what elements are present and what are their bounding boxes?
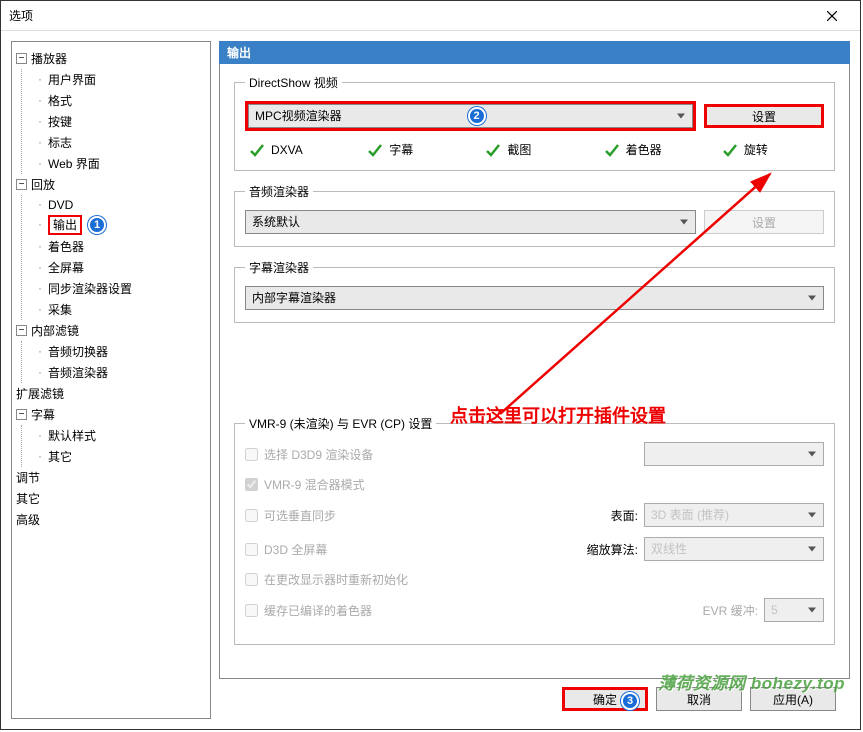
subtitle-renderer-select[interactable]: 内部字幕渲染器 <box>245 286 824 310</box>
audio-renderer-select[interactable]: 系统默认 <box>245 210 696 234</box>
surface-select: 3D 表面 (推荐) <box>644 503 824 527</box>
directshow-legend: DirectShow 视频 <box>245 74 342 91</box>
close-icon <box>827 11 837 21</box>
tree-tune[interactable]: 调节 <box>16 467 206 488</box>
tree-ext[interactable]: 扩展滤镜 <box>16 383 206 404</box>
check-sub: 字幕 <box>367 141 465 158</box>
resize-select: 双线性 <box>644 537 824 561</box>
check-rotate: 旋转 <box>722 141 820 158</box>
collapse-icon[interactable]: − <box>16 325 27 336</box>
reinit-checkbox <box>245 573 258 586</box>
d3d-fullscreen-checkbox <box>245 543 258 556</box>
category-tree[interactable]: −播放器 用户界面 格式 按键 标志 Web 界面 −回放 DVD 输出1 着色… <box>11 41 211 719</box>
tree-item[interactable]: 其它 <box>36 446 206 467</box>
close-button[interactable] <box>812 2 852 30</box>
section-title: 输出 <box>219 41 850 64</box>
tree-item-output[interactable]: 输出1 <box>36 214 206 236</box>
content-panel: 输出 DirectShow 视频 MPC视频渲染器 2 设置 <box>219 41 850 719</box>
tree-item[interactable]: 用户界面 <box>36 69 206 90</box>
vmr-legend: VMR-9 (未渲染) 与 EVR (CP) 设置 <box>245 415 436 432</box>
subtitle-legend: 字幕渲染器 <box>245 259 313 276</box>
tree-item[interactable]: DVD <box>36 195 206 214</box>
collapse-icon[interactable]: − <box>16 409 27 420</box>
capability-checks: DXVA 字幕 截图 着色器 旋转 <box>245 141 824 158</box>
check-dxva: DXVA <box>249 141 347 158</box>
tree-filters[interactable]: −内部滤镜 <box>16 320 206 341</box>
video-settings-button[interactable]: 设置 <box>704 104 824 128</box>
titlebar: 选项 <box>1 1 860 31</box>
tree-item[interactable]: Web 界面 <box>36 153 206 174</box>
dialog-footer: 确定3 取消 应用(A) <box>219 679 850 719</box>
audio-legend: 音频渲染器 <box>245 183 313 200</box>
ok-button[interactable]: 确定3 <box>562 687 648 711</box>
collapse-icon[interactable]: − <box>16 53 27 64</box>
audio-group: 音频渲染器 系统默认 设置 <box>234 183 835 247</box>
tree-item[interactable]: 音频渲染器 <box>36 362 206 383</box>
vmr-group: VMR-9 (未渲染) 与 EVR (CP) 设置 选择 D3D9 渲染设备 V… <box>234 415 835 645</box>
check-icon <box>367 142 383 158</box>
collapse-icon[interactable]: − <box>16 179 27 190</box>
tree-sub[interactable]: −字幕 <box>16 404 206 425</box>
check-snap: 截图 <box>485 141 583 158</box>
subtitle-group: 字幕渲染器 内部字幕渲染器 <box>234 259 835 323</box>
check-icon <box>249 142 265 158</box>
apply-button[interactable]: 应用(A) <box>750 687 836 711</box>
tree-item[interactable]: 着色器 <box>36 236 206 257</box>
tree-item[interactable]: 按键 <box>36 111 206 132</box>
audio-settings-button: 设置 <box>704 210 824 234</box>
tree-item[interactable]: 采集 <box>36 299 206 320</box>
tree-item[interactable]: 同步渲染器设置 <box>36 278 206 299</box>
d3d9-device-select <box>644 442 824 466</box>
vmr9-mixer-checkbox <box>245 478 258 491</box>
check-icon <box>722 142 738 158</box>
tree-item[interactable]: 标志 <box>36 132 206 153</box>
cancel-button[interactable]: 取消 <box>656 687 742 711</box>
video-renderer-wrap: MPC视频渲染器 2 <box>245 101 696 131</box>
evr-buffers-select: 5 <box>764 598 824 622</box>
tree-adv[interactable]: 高级 <box>16 509 206 530</box>
tree-item[interactable]: 音频切换器 <box>36 341 206 362</box>
options-dialog: 选项 −播放器 用户界面 格式 按键 标志 Web 界面 −回放 DVD 输出1… <box>0 0 861 730</box>
annotation-badge-1: 1 <box>88 216 106 234</box>
tree-item[interactable]: 默认样式 <box>36 425 206 446</box>
d3d9-device-checkbox <box>245 448 258 461</box>
check-shader: 着色器 <box>604 141 702 158</box>
window-title: 选项 <box>9 7 812 24</box>
vsync-checkbox <box>245 509 258 522</box>
directshow-group: DirectShow 视频 MPC视频渲染器 2 设置 DXVA 字幕 <box>234 74 835 171</box>
tree-playback[interactable]: −回放 <box>16 174 206 195</box>
audio-select-wrap: 系统默认 <box>245 210 696 234</box>
annotation-badge-3: 3 <box>621 692 639 710</box>
tree-item[interactable]: 格式 <box>36 90 206 111</box>
subtitle-select-wrap: 内部字幕渲染器 <box>245 286 824 310</box>
check-icon <box>485 142 501 158</box>
cache-shaders-checkbox <box>245 604 258 617</box>
annotation-badge-2: 2 <box>468 107 486 125</box>
tree-item[interactable]: 全屏幕 <box>36 257 206 278</box>
tree-player[interactable]: −播放器 <box>16 48 206 69</box>
check-icon <box>604 142 620 158</box>
tree-misc[interactable]: 其它 <box>16 488 206 509</box>
